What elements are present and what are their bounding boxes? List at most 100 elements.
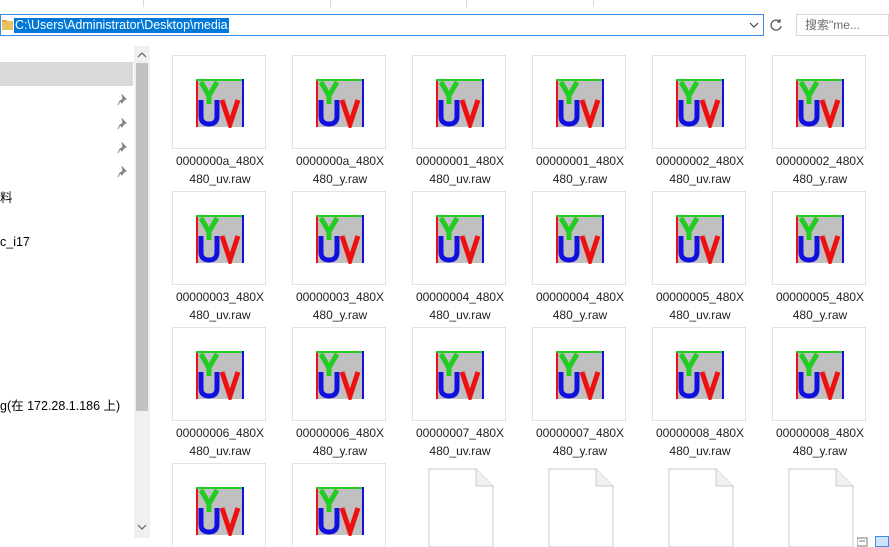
file-name[interactable]: 00000007_480X 480_uv.raw [390, 424, 530, 460]
file-name-line: 00000001_480X [535, 154, 625, 168]
file-name[interactable]: 00000005_480X 480_y.raw [750, 288, 889, 324]
address-path[interactable]: C:\Users\Administrator\Desktop\media [14, 18, 229, 33]
file-name-line: 00000005_480X [655, 290, 745, 304]
nav-item-label[interactable]: c_i17 [0, 235, 30, 249]
file-name[interactable]: 00000006_480X 480_uv.raw [150, 424, 290, 460]
file-name-line: 0000000a_480X [295, 154, 385, 168]
file-name-line: 00000004_480X [415, 290, 505, 304]
ribbon-separator [593, 0, 594, 7]
file-name[interactable]: 00000001_480X 480_uv.raw [390, 152, 530, 188]
file-thumbnail[interactable] [772, 55, 866, 149]
file-name-line: 480_uv.raw [189, 172, 251, 186]
file-thumbnail[interactable] [532, 55, 626, 149]
file-thumbnail[interactable] [292, 191, 386, 285]
file-thumbnail[interactable] [652, 55, 746, 149]
file-thumbnail[interactable] [652, 191, 746, 285]
ribbon-separator [466, 0, 467, 7]
pin-icon[interactable] [117, 94, 129, 106]
yuv-viewer-icon [556, 351, 604, 400]
file-thumbnail[interactable] [412, 327, 506, 421]
yuv-viewer-icon [676, 351, 724, 400]
ribbon-strip [0, 0, 889, 8]
file-name[interactable]: 00000002_480X 480_uv.raw [630, 152, 770, 188]
file-name-line: 00000002_480X [775, 154, 865, 168]
file-thumbnail[interactable] [412, 191, 506, 285]
blank-document-icon[interactable] [548, 468, 614, 547]
refresh-icon[interactable] [766, 14, 786, 36]
status-bar [855, 535, 889, 547]
file-name-line: 480_uv.raw [429, 172, 491, 186]
blank-document-icon[interactable] [788, 468, 854, 547]
file-name[interactable]: 00000001_480X 480_y.raw [510, 152, 650, 188]
file-name-line: 00000001_480X [415, 154, 505, 168]
nav-item-selected[interactable] [0, 62, 133, 86]
address-bar[interactable]: C:\Users\Administrator\Desktop\media [0, 14, 764, 36]
file-name-line: 480_uv.raw [669, 444, 731, 458]
file-name-line: 00000007_480X [535, 426, 625, 440]
pin-icon[interactable] [117, 142, 129, 154]
file-thumbnail[interactable] [172, 55, 266, 149]
blank-document-icon[interactable] [428, 468, 494, 547]
file-grid: 0000000a_480X 480_uv.raw 0000000a_480X 480_… [150, 46, 889, 547]
file-thumbnail[interactable] [772, 327, 866, 421]
file-thumbnail[interactable] [292, 463, 386, 547]
file-thumbnail[interactable] [292, 327, 386, 421]
scroll-thumb[interactable] [136, 63, 148, 411]
file-name-line: 480_uv.raw [189, 444, 251, 458]
file-name-line: 480_uv.raw [429, 444, 491, 458]
scroll-down-icon[interactable] [137, 523, 147, 531]
nav-item-label[interactable]: g(在 172.28.1.186 上) [0, 395, 120, 414]
yuv-viewer-icon [436, 351, 484, 400]
blank-document-icon[interactable] [668, 468, 734, 547]
file-name-line: 00000005_480X [775, 290, 865, 304]
file-name[interactable]: 00000008_480X 480_y.raw [750, 424, 889, 460]
yuv-viewer-icon [316, 79, 364, 128]
file-thumbnail[interactable] [772, 191, 866, 285]
nav-scrollbar[interactable] [134, 46, 150, 538]
file-name[interactable]: 00000004_480X 480_y.raw [510, 288, 650, 324]
file-name-line: 00000003_480X [175, 290, 265, 304]
large-icons-view-icon[interactable] [875, 536, 889, 547]
file-thumbnail[interactable] [172, 463, 266, 547]
file-name[interactable]: 00000003_480X 480_y.raw [270, 288, 410, 324]
yuv-viewer-icon [796, 215, 844, 264]
file-name-line: 480_y.raw [312, 172, 368, 186]
file-name-line: 480_y.raw [792, 444, 848, 458]
file-name-line: 480_uv.raw [669, 308, 731, 322]
file-thumbnail[interactable] [532, 327, 626, 421]
pin-icon[interactable] [117, 166, 129, 178]
file-thumbnail[interactable] [652, 327, 746, 421]
file-name[interactable]: 00000002_480X 480_y.raw [750, 152, 889, 188]
chevron-down-icon[interactable] [747, 18, 761, 32]
file-name[interactable]: 00000008_480X 480_uv.raw [630, 424, 770, 460]
file-name-line: 00000008_480X [775, 426, 865, 440]
yuv-viewer-icon [196, 215, 244, 264]
scroll-up-icon[interactable] [137, 51, 147, 59]
address-row: C:\Users\Administrator\Desktop\media 搜索"… [0, 12, 889, 40]
file-name[interactable]: 00000005_480X 480_uv.raw [630, 288, 770, 324]
file-thumbnail[interactable] [172, 191, 266, 285]
file-thumbnail[interactable] [532, 191, 626, 285]
file-name-line: 00000008_480X [655, 426, 745, 440]
file-name[interactable]: 0000000a_480X 480_y.raw [270, 152, 410, 188]
details-view-icon[interactable] [857, 537, 869, 547]
file-thumbnail[interactable] [172, 327, 266, 421]
file-name[interactable]: 0000000a_480X 480_uv.raw [150, 152, 290, 188]
yuv-viewer-icon [556, 215, 604, 264]
file-thumbnail[interactable] [412, 55, 506, 149]
file-name-line: 480_y.raw [312, 308, 368, 322]
file-name-line: 480_y.raw [552, 172, 608, 186]
yuv-viewer-icon [196, 487, 244, 536]
file-name[interactable]: 00000007_480X 480_y.raw [510, 424, 650, 460]
file-name-line: 480_uv.raw [189, 308, 251, 322]
yuv-viewer-icon [796, 351, 844, 400]
file-name[interactable]: 00000006_480X 480_y.raw [270, 424, 410, 460]
file-name[interactable]: 00000004_480X 480_uv.raw [390, 288, 530, 324]
yuv-viewer-icon [436, 79, 484, 128]
pin-icon[interactable] [117, 118, 129, 130]
search-input[interactable]: 搜索"me... [796, 14, 889, 36]
file-thumbnail[interactable] [292, 55, 386, 149]
yuv-viewer-icon [196, 351, 244, 400]
file-name[interactable]: 00000003_480X 480_uv.raw [150, 288, 290, 324]
nav-item-label[interactable]: 料 [0, 187, 13, 206]
